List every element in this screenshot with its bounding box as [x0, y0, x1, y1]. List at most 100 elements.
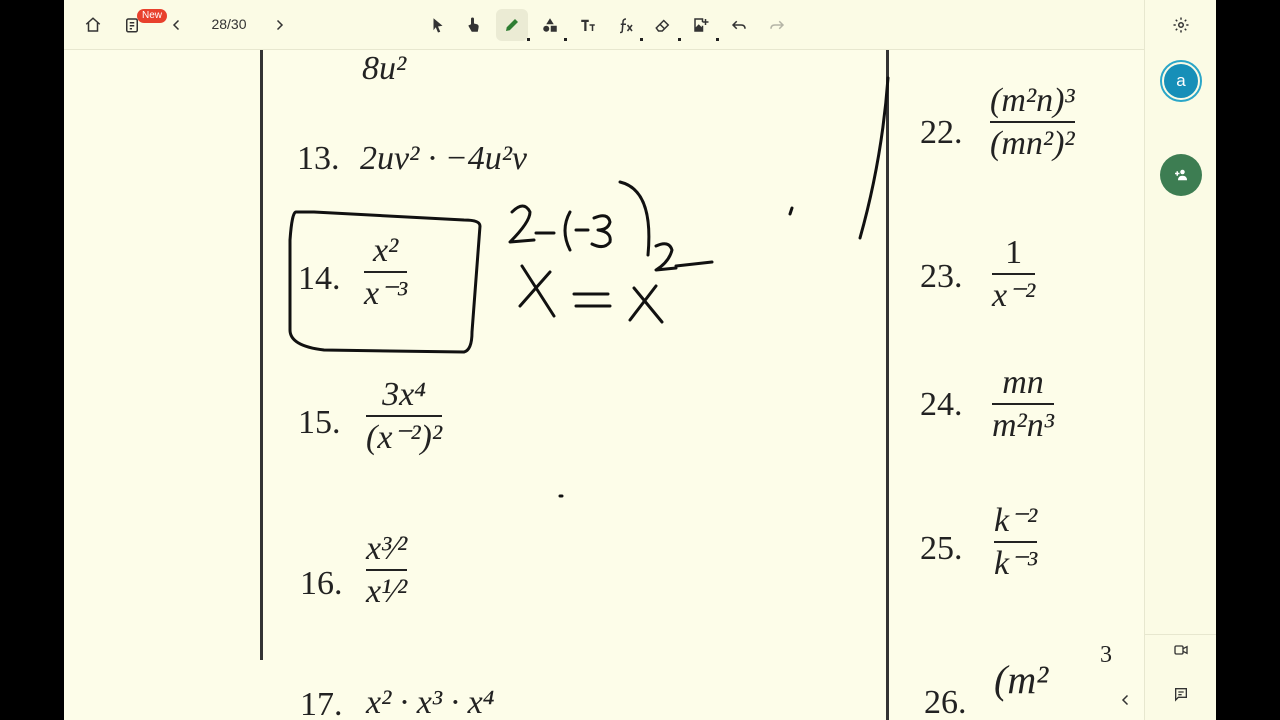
pan-tool[interactable]	[458, 9, 490, 41]
tool-menu-indicator	[716, 38, 719, 41]
worksheet-page[interactable]: 8u² 13. 2uv² · −4u²v 14. x² x⁻³ 15. 3x⁴ …	[64, 50, 1144, 720]
fraction-bar	[992, 273, 1036, 276]
fraction-bar	[366, 569, 408, 572]
whiteboard-stage[interactable]: 8u² 13. 2uv² · −4u²v 14. x² x⁻³ 15. 3x⁴ …	[64, 0, 1216, 720]
shapes-icon	[543, 18, 557, 32]
collapse-icon	[1121, 694, 1129, 706]
collapse-sidebar-button[interactable]	[1110, 684, 1142, 716]
fraction-bar	[364, 271, 408, 274]
hand-icon	[468, 17, 479, 32]
tool-menu-indicator	[678, 38, 681, 41]
undo-icon	[731, 20, 746, 30]
problem-22-numerator: (m²n)³	[990, 82, 1075, 119]
problem-15-fraction: 3x⁴ (x⁻²)²	[366, 376, 443, 457]
problem-22-denominator: (mn²)²	[990, 125, 1075, 163]
next-page-icon	[276, 19, 284, 31]
fraction-bar	[366, 415, 443, 418]
problem-17-number: 17.	[300, 686, 343, 720]
problem-14-fraction: x² x⁻³	[364, 232, 408, 313]
problem-23-denominator: x⁻²	[992, 277, 1036, 315]
problem-24-fraction: mn m²n³	[992, 364, 1054, 445]
problem-25-fraction: k⁻² k⁻³	[994, 502, 1038, 583]
video-icon	[1174, 645, 1188, 655]
insert-image-tool[interactable]	[685, 9, 717, 41]
problem-16-fraction: x³⁄² x¹⁄²	[366, 530, 408, 611]
problem-14-denominator: x⁻³	[364, 275, 408, 313]
avatar-letter: a	[1164, 64, 1198, 98]
problem-26-expression: (m²	[994, 657, 1049, 702]
fraction-bar	[994, 541, 1038, 544]
problem-15-numerator: 3x⁴	[382, 376, 426, 413]
redo-button[interactable]	[761, 9, 793, 41]
problem-25-numerator: k⁻²	[994, 502, 1038, 539]
problem-16-number: 16.	[300, 565, 343, 602]
problem-16-denominator: x¹⁄²	[366, 573, 408, 611]
handwriting-layer	[288, 76, 890, 498]
video-button[interactable]	[1165, 634, 1197, 666]
problem-24-numerator: mn	[1002, 364, 1044, 401]
problem-15-number: 15.	[298, 404, 341, 441]
redo-icon	[770, 20, 785, 30]
ink-open-paren	[563, 210, 572, 252]
problem-26-number: 26.	[924, 684, 967, 720]
text-icon	[581, 19, 595, 31]
problem-23-numerator: 1	[1005, 234, 1023, 271]
problem-15-denominator: (x⁻²)²	[366, 419, 443, 457]
tool-menu-indicator	[640, 38, 643, 41]
problem-26-exponent: 3	[1100, 642, 1112, 668]
tool-menu-indicator	[527, 38, 530, 41]
settings-button[interactable]	[1165, 9, 1197, 41]
formula-icon	[619, 18, 633, 34]
ink-exp-dash	[674, 260, 714, 268]
problem-14-number: 14.	[298, 260, 341, 297]
top-toolbar: New 28/30	[64, 0, 1144, 50]
image-add-icon	[694, 18, 709, 32]
fraction-bar	[990, 121, 1075, 124]
shapes-tool[interactable]	[534, 9, 566, 41]
problem-25-denominator: k⁻³	[994, 545, 1038, 583]
ink-dot	[788, 206, 794, 216]
prev-page-icon	[172, 19, 180, 31]
problem-16-numerator: x³⁄²	[366, 530, 408, 567]
chat-button[interactable]	[1165, 678, 1197, 710]
right-sidebar: a	[1144, 0, 1216, 720]
ink-exp-2	[654, 242, 678, 272]
user-avatar[interactable]: a	[1160, 60, 1202, 102]
fraction-bar	[992, 403, 1054, 406]
home-button[interactable]	[77, 9, 109, 41]
formula-tool[interactable]	[610, 9, 642, 41]
problem-22-number: 22.	[920, 114, 963, 151]
undo-button[interactable]	[723, 9, 755, 41]
add-people-icon	[1175, 169, 1187, 181]
eraser-tool[interactable]	[647, 9, 679, 41]
column-divider-line	[886, 50, 889, 720]
left-margin-line	[260, 50, 263, 660]
ink-equals	[572, 292, 612, 308]
ink-x-left	[518, 264, 556, 318]
ink-x-right	[628, 284, 664, 324]
problem-24-denominator: m²n³	[992, 407, 1054, 445]
pen-icon	[506, 19, 518, 31]
problem-22-fraction: (m²n)³ (mn²)²	[990, 82, 1075, 163]
ink-divider-line	[858, 76, 890, 240]
settings-icon	[1173, 17, 1189, 33]
ink-digit-2	[508, 204, 536, 244]
home-icon	[85, 17, 101, 32]
select-tool[interactable]	[422, 9, 454, 41]
problem-24-number: 24.	[920, 386, 963, 423]
add-people-button[interactable]	[1160, 154, 1202, 196]
select-arrow-icon	[433, 18, 443, 33]
problem-23-number: 23.	[920, 258, 963, 295]
chat-icon	[1175, 688, 1187, 702]
tool-menu-indicator	[564, 38, 567, 41]
problem-23-fraction: 1 x⁻²	[992, 234, 1036, 315]
problem-13-expression: 2uv² · −4u²v	[360, 140, 528, 177]
eraser-icon	[655, 19, 670, 32]
text-tool[interactable]	[572, 9, 604, 41]
pen-tool[interactable]	[496, 9, 528, 41]
page-counter: 28/30	[211, 16, 247, 32]
problem-25-number: 25.	[920, 530, 963, 567]
prev-page-button[interactable]	[161, 9, 193, 41]
ink-digit-3	[590, 214, 612, 249]
next-page-button[interactable]	[263, 9, 295, 41]
